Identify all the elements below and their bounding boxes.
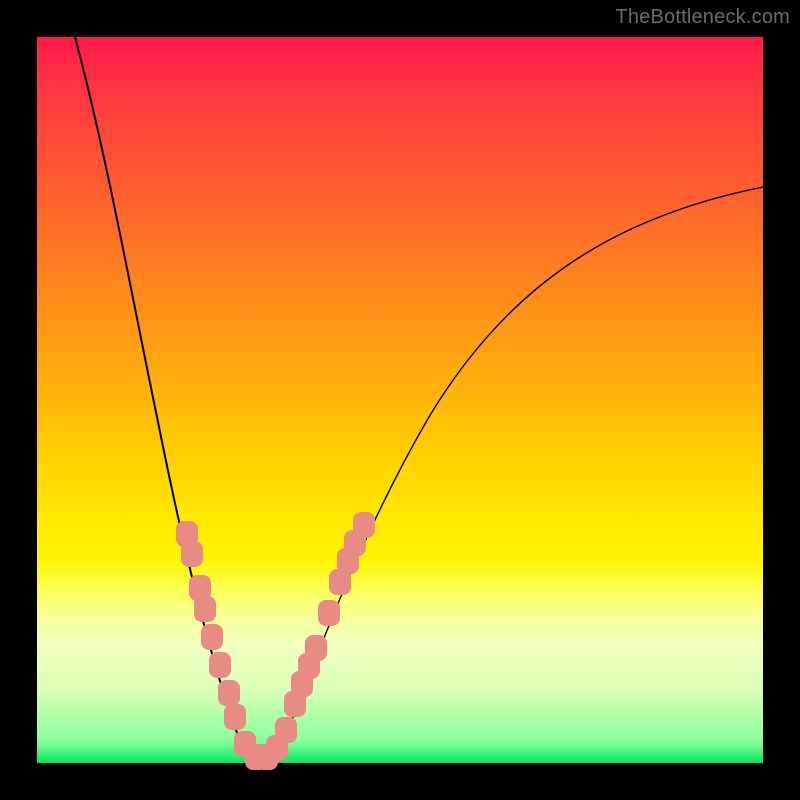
chart-gradient-background	[37, 37, 763, 763]
data-point-markers	[37, 37, 763, 763]
data-point-marker	[218, 680, 240, 706]
data-point-marker	[305, 635, 327, 661]
data-point-marker	[209, 652, 231, 678]
data-point-marker	[318, 600, 340, 626]
data-point-marker	[194, 596, 216, 622]
data-point-marker	[224, 704, 246, 730]
data-point-marker	[201, 624, 223, 650]
data-point-marker	[181, 541, 203, 567]
chart-figure: TheBottleneck.com	[0, 0, 800, 800]
watermark-text: TheBottleneck.com	[615, 6, 790, 29]
data-point-marker	[353, 512, 375, 538]
data-point-marker	[275, 717, 297, 743]
